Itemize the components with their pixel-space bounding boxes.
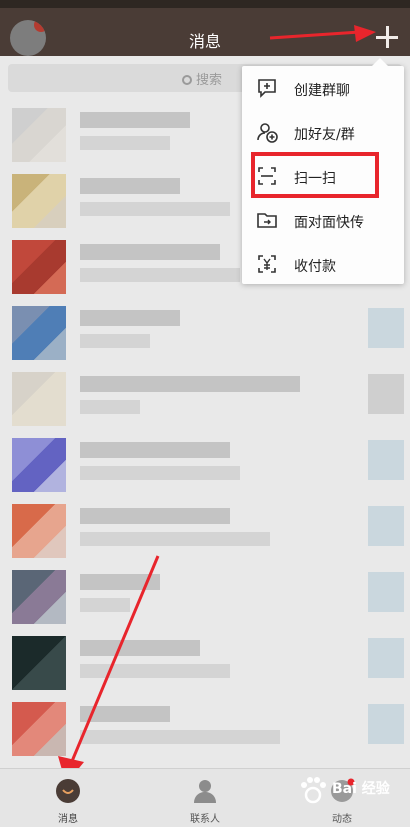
list-item-thumbnail (368, 572, 404, 612)
list-item-thumbnail (368, 506, 404, 546)
search-placeholder: 搜索 (182, 69, 222, 88)
tab-label: 联系人 (190, 814, 220, 825)
list-item-name (80, 442, 230, 458)
menu-item-label: 收付款 (294, 259, 336, 275)
avatar (12, 306, 66, 360)
list-item[interactable] (0, 364, 410, 430)
add-friend-icon (257, 123, 278, 143)
list-item-thumbnail (368, 440, 404, 480)
list-item-preview (80, 466, 240, 480)
tab-messages[interactable]: 消息 (0, 769, 136, 827)
tab-label: 消息 (58, 814, 78, 825)
list-item-preview (80, 532, 270, 546)
list-item-thumbnail (368, 308, 404, 348)
menu-item-add-friend[interactable]: 加好友/群 (242, 110, 404, 154)
watermark: Bai 经验 (296, 770, 406, 820)
avatar (12, 372, 66, 426)
list-item-thumbnail (368, 704, 404, 744)
message-icon (56, 779, 80, 803)
menu-item-face-transfer[interactable]: 面对面快传 (242, 198, 404, 242)
avatar (12, 240, 66, 294)
search-icon (182, 75, 192, 85)
annotation-arrow-icon (58, 555, 160, 784)
list-item-name (80, 310, 180, 326)
menu-item-payment[interactable]: 收付款 (242, 242, 404, 286)
list-item[interactable] (0, 298, 410, 364)
list-item-name (80, 178, 180, 194)
tab-contacts[interactable]: 联系人 (137, 769, 273, 827)
search-placeholder-text: 搜索 (196, 73, 223, 88)
list-item-thumbnail (368, 374, 404, 414)
list-item-preview (80, 202, 230, 216)
list-item-name (80, 376, 300, 392)
menu-item-label: 加好友/群 (294, 127, 355, 143)
list-item-name (80, 508, 230, 524)
list-item-name (80, 112, 190, 128)
folder-transfer-icon (257, 213, 277, 228)
avatar (12, 504, 66, 558)
menu-item-label: 创建群聊 (294, 83, 350, 99)
payment-icon (258, 255, 276, 273)
annotation-arrow-icon (269, 25, 376, 42)
menu-item-create-group[interactable]: 创建群聊 (242, 66, 404, 110)
list-item-name (80, 244, 220, 260)
avatar (12, 438, 66, 492)
list-item-preview (80, 268, 240, 282)
list-item-thumbnail (368, 638, 404, 678)
list-item-preview (80, 334, 150, 348)
avatar (12, 174, 66, 228)
list-item[interactable] (0, 430, 410, 496)
contacts-icon (194, 780, 216, 803)
watermark-text: Bai 经验 (332, 781, 390, 797)
scan-highlight-box (251, 152, 379, 198)
avatar (12, 108, 66, 162)
list-item-preview (80, 136, 170, 150)
paw-logo-icon (301, 777, 326, 804)
menu-item-label: 面对面快传 (294, 215, 364, 231)
status-bar (0, 0, 410, 8)
create-group-chat-icon (258, 79, 276, 98)
list-item-preview (80, 400, 140, 414)
